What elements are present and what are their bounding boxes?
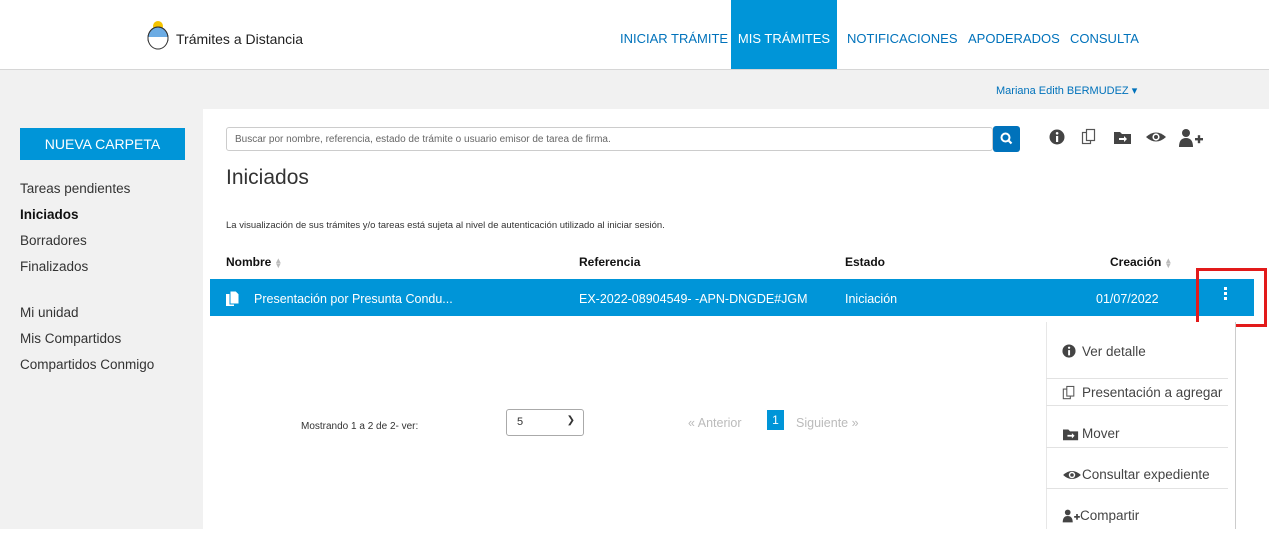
column-creacion-label: Creación [1110, 255, 1162, 269]
search-input[interactable]: Buscar por nombre, referencia, estado de… [226, 127, 993, 151]
copy-icon [1062, 385, 1075, 400]
pagination-prev[interactable]: « Anterior [688, 416, 742, 430]
auth-notice: La visualización de sus trámites y/o tar… [226, 220, 665, 231]
caret-down-icon: ▾ [1131, 85, 1138, 97]
sidebar-item-mis-compartidos[interactable]: Mis Compartidos [20, 331, 121, 346]
menu-item-label: Consultar expediente [1082, 467, 1210, 482]
row-estado: Iniciación [845, 292, 898, 306]
menu-divider [1046, 405, 1228, 406]
menu-item-label: Mover [1082, 426, 1120, 441]
column-header-referencia: Referencia [579, 255, 641, 269]
highlight-box [1196, 268, 1267, 327]
user-menu[interactable]: Mariana Edith BERMUDEZ ▾ [996, 84, 1137, 97]
sidebar-item-mi-unidad[interactable]: Mi unidad [20, 305, 79, 320]
sidebar-item-tareas-pendientes[interactable]: Tareas pendientes [20, 181, 130, 196]
column-header-estado: Estado [845, 255, 886, 269]
info-icon [1062, 344, 1076, 358]
info-icon[interactable] [1049, 128, 1065, 146]
new-folder-button[interactable]: NUEVA CARPETA [20, 128, 185, 160]
menu-divider [1046, 488, 1228, 489]
page-size-select[interactable]: 5 ❯ [506, 409, 584, 436]
sidebar-item-finalizados[interactable]: Finalizados [20, 259, 88, 274]
brand-title[interactable]: Trámites a Distancia [176, 31, 303, 47]
row-creacion: 01/07/2022 [1096, 292, 1159, 306]
menu-item-label: Compartir [1080, 508, 1140, 523]
nav-apoderados[interactable]: APODERADOS [968, 0, 1060, 69]
copy-icon[interactable] [1081, 128, 1097, 146]
column-nombre-label: Nombre [226, 255, 272, 269]
menu-item-label: Ver detalle [1082, 344, 1146, 359]
user-name: Mariana Edith BERMUDEZ [996, 85, 1129, 97]
column-header-nombre[interactable]: Nombre ▲ ▼ [226, 255, 282, 269]
row-referencia: EX-2022-08904549- -APN-DNGDE#JGM [579, 292, 808, 306]
sidebar-item-borradores[interactable]: Borradores [20, 233, 87, 248]
eye-icon[interactable] [1145, 128, 1167, 146]
nav-consulta[interactable]: CONSULTA [1070, 0, 1139, 69]
row-nombre[interactable]: Presentación por Presunta Condu... [254, 292, 453, 306]
pagination-current-page[interactable]: 1 [767, 410, 784, 430]
sort-icon: ▲ ▼ [1164, 255, 1173, 270]
search-icon [1000, 132, 1013, 145]
document-icon [226, 290, 240, 306]
pagination-next[interactable]: Siguiente » [796, 416, 859, 430]
chevron-down-icon: ❯ [566, 415, 575, 426]
menu-item-label: Presentación a agregar [1082, 385, 1223, 400]
argentina-shield-logo[interactable] [146, 18, 170, 50]
add-user-icon [1062, 509, 1080, 523]
page-size-value: 5 [517, 416, 524, 428]
page-title: Iniciados [226, 166, 309, 189]
sidebar-item-iniciados[interactable]: Iniciados [20, 207, 79, 222]
move-folder-icon [1063, 429, 1079, 441]
search-button[interactable] [993, 126, 1020, 152]
menu-item-presentacion-agregar[interactable]: Presentación a agregar [1046, 372, 1228, 412]
menu-item-compartir[interactable]: Compartir [1046, 495, 1228, 535]
menu-item-ver-detalle[interactable]: Ver detalle [1046, 331, 1228, 371]
sidebar-item-compartidos-conmigo[interactable]: Compartidos Conmigo [20, 357, 154, 372]
pagination-summary: Mostrando 1 a 2 de 2- ver: [301, 421, 419, 432]
nav-iniciar-tramite[interactable]: INICIAR TRÁMITE [620, 0, 728, 69]
move-folder-icon[interactable] [1113, 128, 1133, 146]
nav-mis-tramites[interactable]: MIS TRÁMITES [731, 0, 837, 69]
column-header-creacion[interactable]: Creación ▲ ▼ [1110, 255, 1172, 269]
sort-icon: ▲ ▼ [274, 255, 283, 270]
eye-icon [1063, 471, 1081, 479]
menu-divider [1046, 447, 1228, 448]
add-user-icon[interactable] [1178, 128, 1206, 148]
nav-notificaciones[interactable]: NOTIFICACIONES [847, 0, 958, 69]
